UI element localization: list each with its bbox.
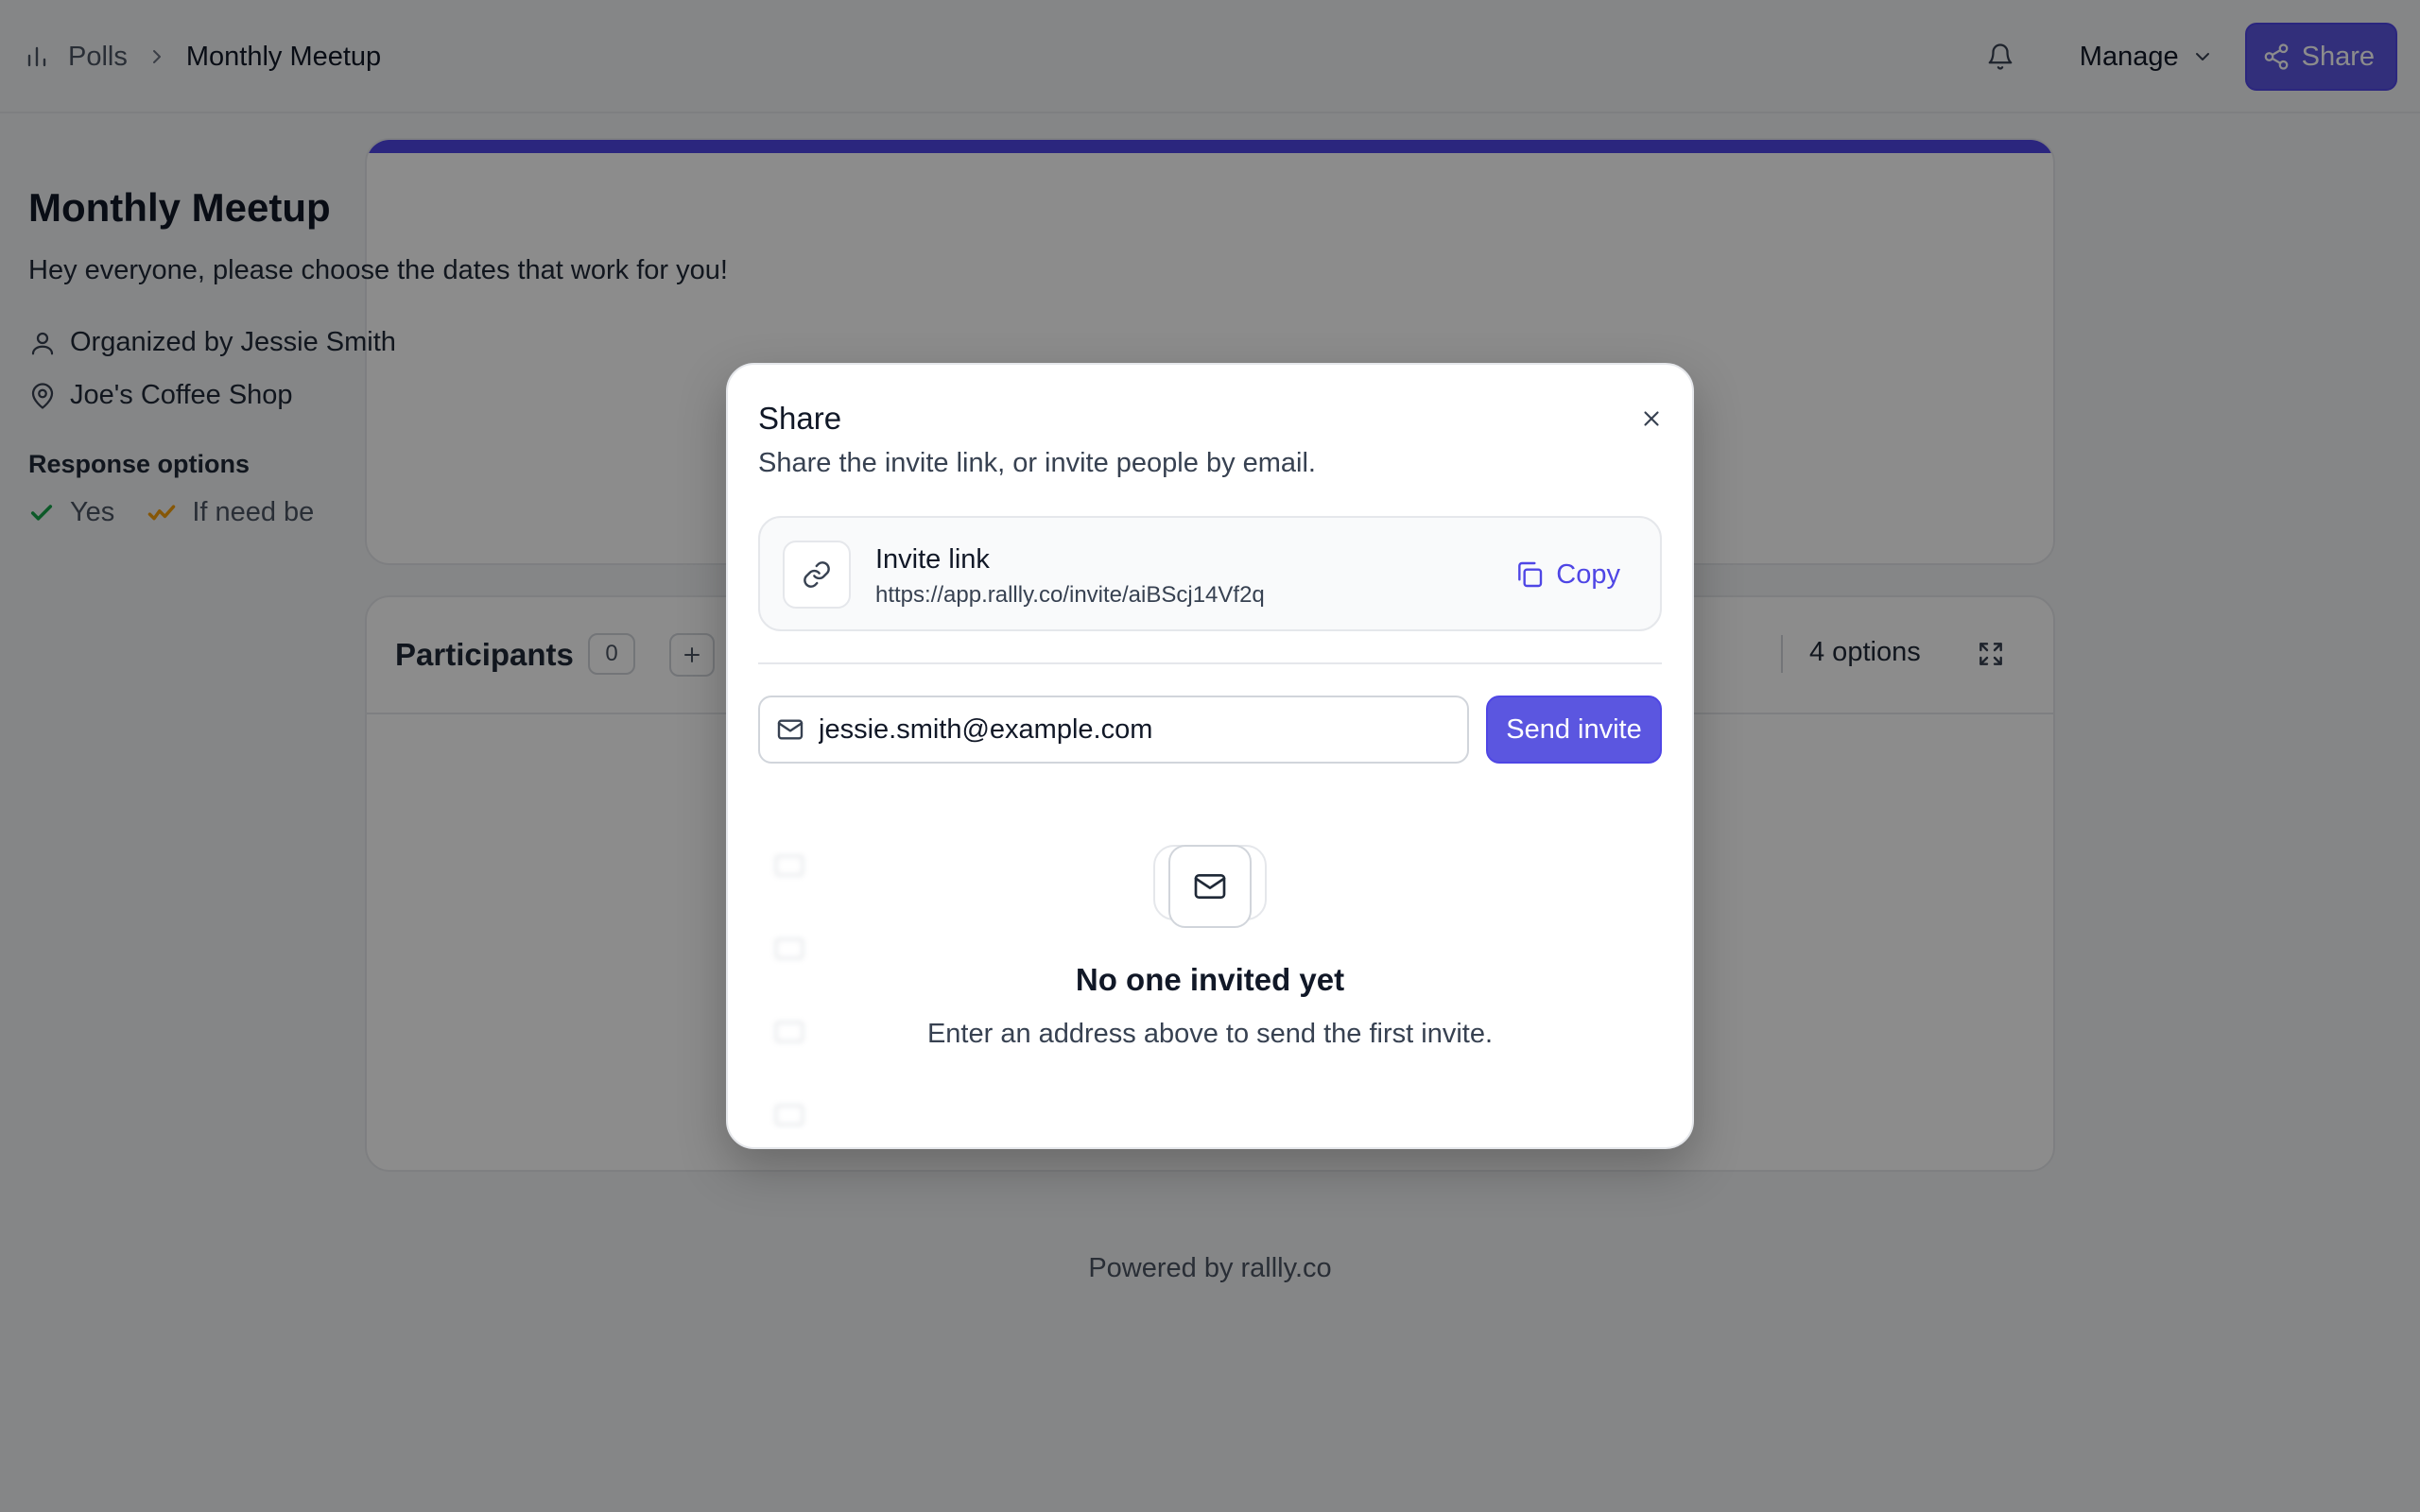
share-dialog: Share Share the invite link, or invite p… [726, 363, 1694, 1149]
empty-state-icon-box [1168, 845, 1252, 928]
link-icon [802, 559, 832, 590]
copy-icon [1514, 559, 1556, 590]
dialog-subtitle: Share the invite link, or invite people … [758, 448, 1316, 478]
dialog-divider [758, 662, 1662, 664]
invite-link-url: https://app.rallly.co/invite/aiBScj14Vf2… [875, 582, 1265, 608]
dialog-title: Share [758, 401, 842, 436]
copy-label: Copy [1556, 558, 1620, 590]
link-icon-container [783, 541, 851, 609]
invite-list-placeholder [758, 790, 1662, 1130]
empty-state-title: No one invited yet [1075, 962, 1345, 997]
invite-link-label: Invite link [875, 544, 990, 575]
envelope-icon [1191, 868, 1229, 905]
copy-link-button[interactable]: Copy [1497, 548, 1637, 601]
empty-state-subtitle: Enter an address above to send the first… [926, 1019, 1494, 1049]
invite-link-box: Invite link https://app.rallly.co/invite… [758, 516, 1662, 631]
mail-icon [775, 714, 819, 745]
send-invite-button[interactable]: Send invite [1486, 696, 1662, 764]
placeholder-row [758, 1091, 1662, 1130]
close-icon [1639, 406, 1664, 431]
close-button[interactable] [1628, 395, 1675, 442]
invite-email-input[interactable] [819, 713, 1461, 746]
invite-email-field[interactable] [758, 696, 1469, 764]
